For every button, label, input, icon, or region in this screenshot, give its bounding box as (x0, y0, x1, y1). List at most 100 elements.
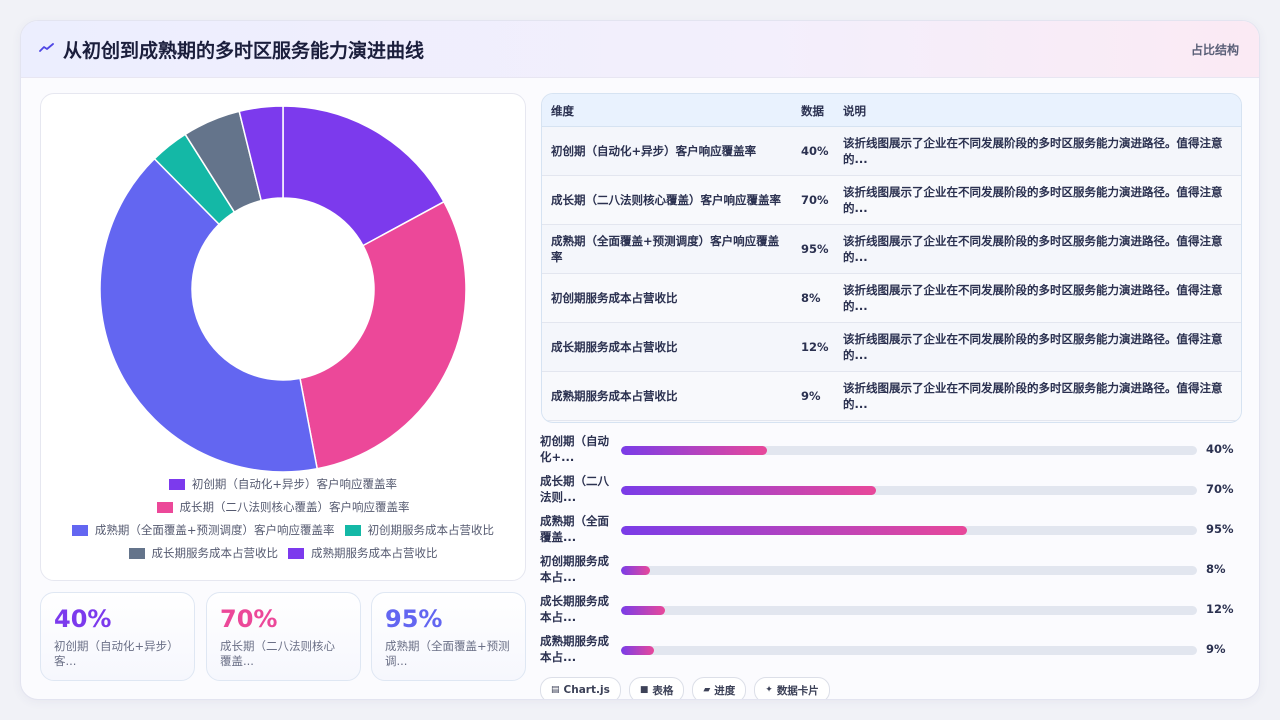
column-header-dimension: 维度 (551, 104, 574, 118)
cell-value: 12% (801, 340, 829, 354)
progress-label: 初创期（自动化+... (540, 434, 609, 464)
progress-icon: ▰ (703, 685, 711, 695)
cell-dimension: 成熟期（全面覆盖+预测调度）客户响应覆盖率 (551, 234, 780, 264)
progress-fill (621, 446, 767, 455)
cell-description: 该折线图展示了企业在不同发展阶段的多时区服务能力演进路径。值得注意的... (843, 234, 1223, 264)
chip-chart[interactable]: ▤ Chart.js (540, 677, 621, 699)
stat-value: 95% (385, 605, 443, 633)
column-header-description: 说明 (843, 104, 866, 118)
legend-item[interactable]: 初创期服务成本占营收比 (344, 522, 494, 538)
chip-progress[interactable]: ▰ 进度 (692, 677, 747, 699)
stat-value: 40% (54, 605, 112, 633)
progress-fill (621, 646, 654, 655)
header-tag: 占比结构 (1190, 43, 1239, 57)
legend-swatch (288, 547, 304, 559)
cell-value: 9% (801, 389, 821, 403)
progress-row: 成长期（二八法则... 70% (540, 473, 1240, 513)
chip-label: 数据卡片 (776, 684, 819, 697)
progress-fill (621, 606, 665, 615)
cell-description: 该折线图展示了企业在不同发展阶段的多时区服务能力演进路径。值得注意的... (843, 381, 1223, 411)
data-table: 维度 数据 说明 初创期（自动化+异步）客户响应覆盖率 40% 该折线图展示了企业在… (541, 93, 1242, 423)
legend-label: 初创期（自动化+异步）客户响应覆盖率 (191, 477, 398, 491)
progress-row: 初创期（自动化+... 40% (540, 433, 1240, 473)
table-row: 成熟期（全面覆盖+预测调度）客户响应覆盖率 95% 该折线图展示了企业在不同发展阶段… (542, 225, 1241, 274)
progress-row: 成熟期服务成本占... 9% (540, 633, 1240, 673)
cell-description: 该折线图展示了企业在不同发展阶段的多时区服务能力演进路径。值得注意的... (843, 332, 1223, 362)
stat-label: 成熟期（全面覆盖+预测调... (385, 639, 510, 668)
donut-chart-panel: 初创期（自动化+异步）客户响应覆盖率 成长期（二八法则核心覆盖）客户响应覆盖率成熟… (40, 93, 526, 581)
progress-value: 12% (1206, 602, 1234, 616)
legend-label: 成长期（二八法则核心覆盖）客户响应覆盖率 (179, 500, 410, 514)
legend-item[interactable]: 成长期服务成本占营收比 (128, 545, 279, 561)
pie-slice[interactable] (299, 200, 467, 470)
cell-dimension: 成长期（二八法则核心覆盖）客户响应覆盖率 (551, 193, 781, 207)
cell-value: 95% (801, 242, 829, 256)
progress-label: 成熟期服务成本占... (540, 634, 609, 664)
chip-label: 表格 (652, 684, 674, 697)
table-row: 成长期（二八法则核心覆盖）客户响应覆盖率 70% 该折线图展示了企业在不同发展阶段的… (542, 176, 1241, 225)
progress-label: 成长期（二八法则... (540, 474, 609, 504)
progress-row: 初创期服务成本占... 8% (540, 553, 1240, 593)
cell-dimension: 成长期服务成本占营收比 (551, 340, 678, 354)
table-row: 成熟期服务成本占营收比 9% 该折线图展示了企业在不同发展阶段的多时区服务能力演进路… (542, 372, 1241, 421)
cell-dimension: 成熟期服务成本占营收比 (551, 389, 678, 403)
cell-value: 70% (801, 193, 829, 207)
table-row: 初创期（自动化+异步）客户响应覆盖率 40% 该折线图展示了企业在不同发展阶段的多时… (542, 127, 1241, 176)
stat-card: 40% 初创期（自动化+异步）客... (40, 592, 195, 681)
stat-card: 70% 成长期（二八法则核心覆盖... (206, 592, 361, 681)
progress-label: 成长期服务成本占... (540, 594, 609, 624)
table-row: 成长期服务成本占营收比 12% 该折线图展示了企业在不同发展阶段的多时区服务能力演进… (542, 323, 1241, 372)
progress-track (621, 606, 1197, 615)
progress-row: 成熟期（全面覆盖... 95% (540, 513, 1240, 553)
progress-track (621, 446, 1197, 455)
progress-fill (621, 566, 651, 575)
stat-card: 95% 成熟期（全面覆盖+预测调... (371, 592, 526, 681)
progress-label: 初创期服务成本占... (540, 554, 609, 584)
cell-value: 8% (801, 291, 821, 305)
chip-label: Chart.js (563, 684, 610, 696)
chip-table[interactable]: ■ 表格 (628, 677, 685, 699)
table-row: 初创期服务成本占营收比 8% 该折线图展示了企业在不同发展阶段的多时区服务能力演进路… (542, 274, 1241, 323)
cell-description: 该折线图展示了企业在不同发展阶段的多时区服务能力演进路径。值得注意的... (843, 136, 1223, 166)
progress-track (621, 526, 1197, 535)
progress-track (621, 566, 1197, 575)
legend-label: 成长期服务成本占营收比 (151, 546, 279, 560)
legend-label: 成熟期（全面覆盖+预测调度）客户响应覆盖率 (94, 523, 335, 537)
progress-label: 成熟期（全面覆盖... (540, 514, 609, 544)
progress-fill (621, 526, 967, 535)
chip-sparkle[interactable]: ✦ 数据卡片 (754, 677, 830, 699)
sparkle-icon: ✦ (765, 685, 773, 695)
progress-value: 70% (1206, 482, 1234, 496)
progress-value: 95% (1206, 522, 1234, 536)
stat-value: 70% (220, 605, 278, 633)
legend-swatch (156, 501, 173, 513)
progress-value: 40% (1206, 442, 1234, 456)
stat-label: 成长期（二八法则核心覆盖... (220, 639, 335, 668)
legend-swatch (71, 524, 88, 536)
header: 从初创到成熟期的多时区服务能力演进曲线 占比结构 (21, 21, 1259, 78)
donut-chart (99, 105, 467, 473)
stat-label: 初创期（自动化+异步）客... (54, 639, 179, 668)
table-header: 维度 数据 说明 (542, 94, 1241, 127)
legend-swatch (168, 478, 185, 490)
cell-value: 40% (801, 144, 829, 158)
progress-track (621, 486, 1197, 495)
progress-value: 8% (1206, 562, 1226, 576)
chart-legend: 初创期（自动化+异步）客户响应覆盖率 成长期（二八法则核心覆盖）客户响应覆盖率成熟… (49, 476, 517, 561)
chip-label: 进度 (714, 684, 736, 697)
legend-swatch (128, 547, 145, 559)
feature-chips: ▤ Chart.js ■ 表格 ▰ 进度 ✦ 数据卡片 (540, 677, 838, 699)
table-icon: ■ (639, 685, 649, 695)
progress-row: 成长期服务成本占... 12% (540, 593, 1240, 633)
legend-item[interactable]: 成熟期服务成本占营收比 (288, 545, 438, 561)
cell-dimension: 初创期服务成本占营收比 (551, 291, 678, 305)
column-header-value: 数据 (801, 104, 824, 118)
cell-description: 该折线图展示了企业在不同发展阶段的多时区服务能力演进路径。值得注意的... (843, 283, 1223, 313)
legend-swatch (344, 524, 361, 536)
cell-dimension: 初创期（自动化+异步）客户响应覆盖率 (551, 144, 757, 158)
legend-item[interactable]: 成熟期（全面覆盖+预测调度）客户响应覆盖率 (71, 522, 335, 538)
legend-item[interactable]: 初创期（自动化+异步）客户响应覆盖率 (168, 476, 398, 492)
legend-item[interactable]: 成长期（二八法则核心覆盖）客户响应覆盖率 (156, 499, 410, 515)
legend-label: 成熟期服务成本占营收比 (311, 546, 438, 560)
page-title: 从初创到成熟期的多时区服务能力演进曲线 (63, 40, 425, 62)
